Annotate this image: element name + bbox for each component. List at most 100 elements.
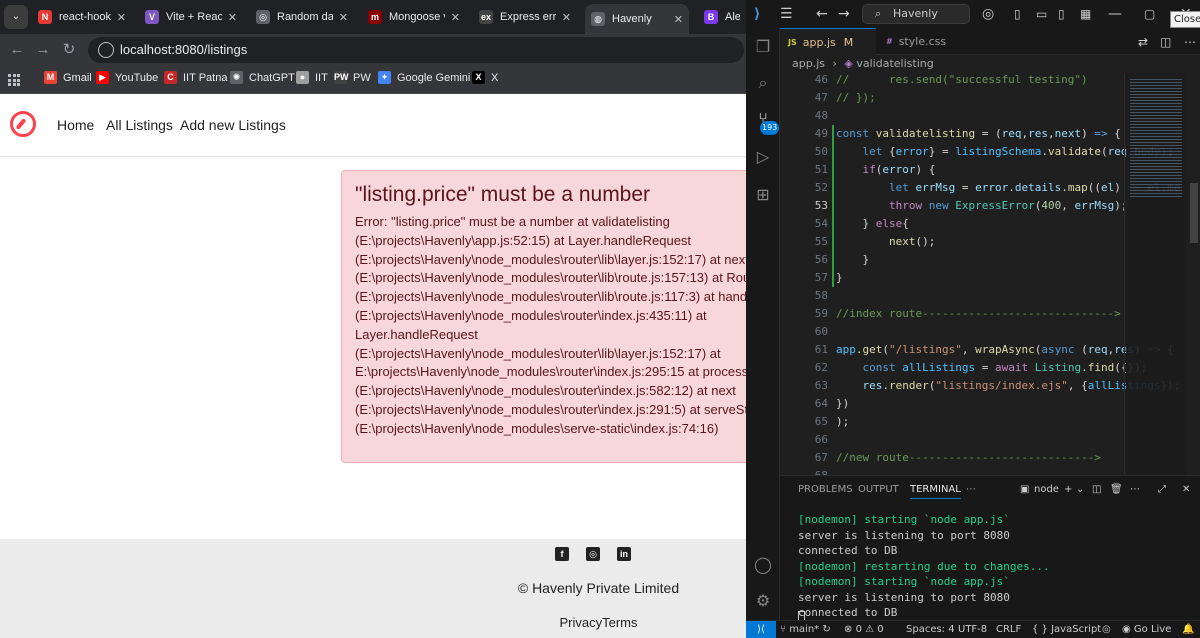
editor-scrollbar[interactable] [1188, 73, 1200, 475]
tab-close-icon[interactable]: ✕ [674, 13, 683, 26]
tab-style-css[interactable]: # style.css [878, 28, 988, 55]
run-debug-icon[interactable]: ▷ [754, 148, 772, 166]
tab-close-icon[interactable]: ✕ [451, 11, 460, 24]
browser-tab[interactable]: ex Express error ✕ [473, 4, 577, 30]
kill-terminal-icon[interactable]: 🗑 [1110, 484, 1123, 495]
nav-forward-icon[interactable]: → [838, 6, 850, 22]
line-number: 57 [814, 271, 828, 284]
nav-all-listings-link[interactable]: All Listings [106, 117, 173, 133]
maximize-icon[interactable]: ▢ [1144, 6, 1155, 22]
terminal-dropdown-icon[interactable]: ⌄ [1076, 484, 1084, 495]
reload-icon[interactable]: ↻ [60, 41, 78, 59]
privacy-link[interactable]: Privacy [559, 615, 602, 630]
search-view-icon[interactable]: ⌕ [754, 74, 772, 92]
code-text: if(error) { [862, 163, 936, 176]
indentation-status[interactable]: Spaces: 4 [906, 621, 955, 638]
encoding-status[interactable]: UTF-8 [958, 621, 987, 638]
command-center[interactable]: ⌕ Havenly [862, 4, 970, 24]
compass-logo-icon[interactable] [10, 111, 36, 137]
bookmark-icon: ✦ [378, 71, 391, 84]
address-bar[interactable]: localhost:8080/listings [88, 37, 744, 63]
panel-tab-problems[interactable]: PROBLEMS [798, 484, 853, 495]
url-text[interactable]: localhost:8080/listings [120, 42, 247, 57]
remote-indicator-icon[interactable]: ⟩⟨ [746, 621, 776, 638]
settings-gear-icon[interactable]: ⚙ [754, 592, 772, 610]
bookmark-item[interactable]: ● IIT [296, 71, 328, 84]
panel-more-icon[interactable]: ⋯ [966, 484, 976, 495]
panel-actions-icon[interactable]: ⋯ [1130, 484, 1140, 495]
menu-icon[interactable]: ☰ [780, 6, 793, 22]
tab-app-js[interactable]: JS app.js M [780, 28, 876, 55]
browser-tab[interactable]: ◎ Random data ✕ [250, 4, 354, 30]
minimize-icon[interactable]: — [1108, 6, 1122, 22]
tab-favicon-icon: ◍ [591, 12, 605, 26]
new-terminal-icon[interactable]: + [1064, 484, 1072, 495]
panel-tab-terminal[interactable]: TERMINAL [910, 484, 961, 499]
copilot-icon[interactable]: ◎ [982, 6, 994, 22]
facebook-icon[interactable]: f [555, 547, 569, 561]
customize-layout-icon[interactable]: ▦ [1080, 6, 1091, 22]
back-icon[interactable]: ← [8, 41, 26, 59]
terminal-name[interactable]: node [1034, 484, 1059, 495]
tab-close-icon[interactable]: ✕ [562, 11, 571, 24]
browser-tab[interactable]: m Mongoose v8 ✕ [362, 4, 466, 30]
account-icon[interactable]: ◯ [754, 556, 772, 574]
bookmark-item[interactable]: C IIT Patna [164, 71, 227, 84]
browser-tab[interactable]: B Alerts [698, 4, 746, 30]
git-modified-marker [832, 179, 834, 197]
error-stack: Error: "listing.price" must be a number … [355, 214, 746, 436]
tab-search-icon[interactable]: ⌄ [4, 5, 28, 29]
bookmark-item[interactable]: M Gmail [44, 71, 92, 84]
vscode-logo-icon: ⟩ [754, 6, 761, 22]
split-terminal-icon[interactable]: ◫ [1092, 484, 1101, 495]
minimap[interactable] [1126, 73, 1186, 475]
compare-changes-icon[interactable]: ⇄ [1138, 34, 1148, 50]
breadcrumb-file[interactable]: app.js [792, 57, 825, 70]
browser-tab[interactable]: ◍ Havenly ✕ [585, 4, 689, 34]
problems-status[interactable]: ⊗ 0 ⚠ 0 [844, 621, 884, 638]
extensions-icon[interactable]: ⊞ [754, 186, 772, 204]
apps-grid-icon[interactable] [8, 74, 20, 86]
layout-sidebar-icon[interactable]: ▯ [1014, 6, 1021, 22]
eol-status[interactable]: CRLF [996, 621, 1021, 638]
copilot-status-icon[interactable]: ◎ [1102, 621, 1111, 638]
bookmark-item[interactable]: ✦ Google Gemini [378, 71, 470, 84]
panel-tab-output[interactable]: OUTPUT [858, 484, 899, 495]
bookmark-item[interactable]: ✺ ChatGPT [230, 71, 295, 84]
bookmark-item[interactable]: ▶ YouTube [96, 71, 158, 84]
browser-tab[interactable]: Nreact-hook-fo ✕ [32, 4, 132, 30]
error-title: "listing.price" must be a number [355, 183, 651, 206]
bookmark-item[interactable]: XX [472, 71, 498, 84]
explorer-icon[interactable]: ❐ [754, 38, 772, 56]
bookmark-item[interactable]: PW PW [334, 71, 371, 84]
language-mode[interactable]: { } JavaScript [1032, 621, 1101, 638]
vscode-titlebar: ⟩ ☰ ← → ⌕ Havenly ◎ ▯ ▭ ▯ ▦ — ▢ ✕ Close [746, 0, 1200, 28]
linkedin-icon[interactable]: in [617, 547, 631, 561]
maximize-panel-icon[interactable]: ⤢ [1158, 484, 1166, 495]
more-actions-icon[interactable]: ⋯ [1184, 34, 1196, 50]
line-number: 48 [814, 109, 828, 122]
tab-close-icon[interactable]: ✕ [339, 11, 348, 24]
browser-tab[interactable]: V Vite + React ✕ [139, 4, 243, 30]
nav-back-icon[interactable]: ← [816, 6, 828, 22]
go-live-button[interactable]: ◉ Go Live [1122, 621, 1171, 638]
layout-panel-icon[interactable]: ▭ [1036, 6, 1047, 22]
forward-icon[interactable]: → [34, 41, 52, 59]
breadcrumb-symbol[interactable]: validatelisting [856, 57, 933, 70]
terms-link[interactable]: Terms [602, 615, 637, 630]
layout-secondary-icon[interactable]: ▯ [1058, 6, 1065, 22]
line-number: 68 [780, 467, 828, 475]
nav-home-link[interactable]: Home [57, 117, 94, 133]
nav-add-listing-link[interactable]: Add new Listings [180, 117, 286, 133]
instagram-icon[interactable]: ◎ [586, 547, 600, 561]
git-branch[interactable]: ⑂ main* ↻ [780, 621, 831, 638]
close-panel-icon[interactable]: ✕ [1182, 484, 1190, 495]
line-number: 60 [814, 325, 828, 338]
split-editor-icon[interactable]: ◫ [1160, 34, 1171, 50]
tab-close-icon[interactable]: ✕ [228, 11, 237, 24]
code-editor[interactable]: 46 // res.send("successful testing") 47 // … [780, 73, 1200, 475]
site-info-icon[interactable] [98, 42, 114, 58]
git-modified-marker [832, 215, 834, 233]
notifications-icon[interactable]: 🔔 [1182, 621, 1194, 638]
tab-close-icon[interactable]: ✕ [117, 11, 126, 24]
